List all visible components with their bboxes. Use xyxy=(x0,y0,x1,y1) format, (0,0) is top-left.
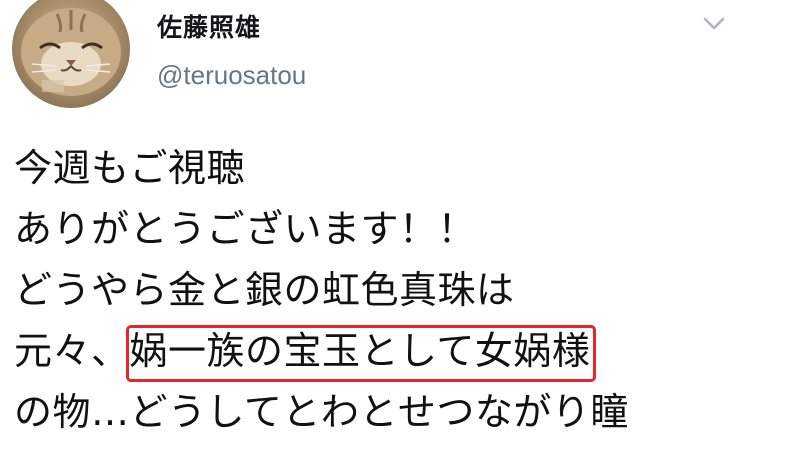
tweet-menu-button[interactable] xyxy=(697,10,731,38)
highlighted-text: 娲一族の宝玉として女娲様 xyxy=(129,329,591,373)
tweet-line-prefix: 元々、 xyxy=(14,329,130,373)
tweet-line: ありがとうございます！！ xyxy=(14,207,477,251)
tweet-line: 今週もご視聴 xyxy=(14,146,246,190)
display-name[interactable]: 佐藤照雄 xyxy=(157,8,261,44)
highlighted-phrase: 娲一族の宝玉として女娲様 xyxy=(125,321,597,382)
user-handle[interactable]: @teruosatou xyxy=(157,60,306,91)
tweet-line: どうやら金と銀の虹色真珠は xyxy=(14,268,515,312)
cat-avatar-icon xyxy=(21,8,121,96)
avatar[interactable] xyxy=(12,0,130,108)
chevron-down-icon xyxy=(703,17,725,30)
tweet-text: 今週もご視聴 ありがとうございます！！ どうやら金と銀の虹色真珠は 元々、娲一族… xyxy=(14,138,784,443)
tweet-line: の物…どうしてとわとせつながり瞳 xyxy=(14,390,629,434)
tweet-line: 元々、娲一族の宝玉として女娲様 xyxy=(14,321,784,382)
tweet-card: 佐藤照雄 @teruosatou 今週もご視聴 ありがとうございます！！ どうや… xyxy=(0,0,790,454)
